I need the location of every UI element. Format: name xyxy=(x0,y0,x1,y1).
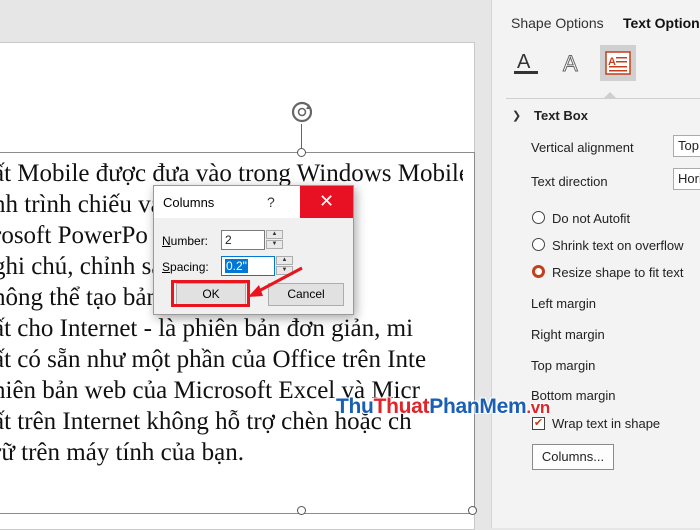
svg-text:A: A xyxy=(517,51,531,73)
text-fill-outline-icon[interactable]: A xyxy=(508,45,544,81)
left-margin-label: Left margin xyxy=(531,296,597,311)
ok-highlight-box xyxy=(171,280,250,307)
number-input[interactable]: 2 xyxy=(221,230,265,250)
text-line: ất cho Internet - là phiên bản đơn giản,… xyxy=(0,315,414,342)
tab-text-options[interactable]: Text Options xyxy=(623,15,700,31)
wrap-text-label[interactable]: Wrap text in shape xyxy=(552,416,660,431)
text-direction-select[interactable]: Horizontal xyxy=(673,168,700,190)
right-margin-label: Right margin xyxy=(531,327,605,342)
text-effects-icon[interactable]: A xyxy=(554,45,590,81)
help-button[interactable]: ? xyxy=(267,194,275,210)
spacing-label: Spacing: xyxy=(162,260,209,274)
format-shape-pane: Shape Options Text Options A A A ❯ Text … xyxy=(491,0,700,528)
watermark-logo: ThuThuatPhanMem.vn xyxy=(336,395,551,418)
text-direction-label: Text direction xyxy=(531,174,608,189)
dialog-titlebar: Columns ? ✕ xyxy=(154,186,353,218)
rotate-handle-icon[interactable] xyxy=(290,100,314,124)
dialog-title: Columns xyxy=(163,195,215,210)
number-label: Number: xyxy=(162,234,209,248)
section-text-box-header[interactable]: Text Box xyxy=(534,108,588,123)
vertical-alignment-label: Vertical alignment xyxy=(531,140,634,155)
pane-divider xyxy=(506,98,700,99)
radio-label-shrink-text[interactable]: Shrink text on overflow xyxy=(552,238,684,253)
annotation-arrow-icon xyxy=(248,266,303,297)
close-button[interactable]: ✕ xyxy=(300,186,353,218)
spin-up-icon[interactable]: ▲ xyxy=(276,256,293,265)
svg-text:A: A xyxy=(563,51,578,76)
vertical-alignment-select[interactable]: Top xyxy=(673,135,700,157)
columns-button[interactable]: Columns... xyxy=(532,444,614,470)
spin-down-icon[interactable]: ▼ xyxy=(266,240,283,249)
tab-shape-options[interactable]: Shape Options xyxy=(511,15,604,31)
spin-up-icon[interactable]: ▲ xyxy=(266,230,283,239)
radio-shrink-text[interactable] xyxy=(532,238,545,251)
radio-label-do-not-autofit[interactable]: Do not Autofit xyxy=(552,211,630,226)
radio-do-not-autofit[interactable] xyxy=(532,211,545,224)
rotate-handle-stem xyxy=(301,124,302,148)
resize-handle-top[interactable] xyxy=(297,148,306,157)
chevron-down-icon[interactable]: ❯ xyxy=(512,109,521,122)
textbox-layout-icon[interactable]: A xyxy=(600,45,636,81)
radio-resize-shape[interactable] xyxy=(532,265,545,278)
radio-label-resize-shape[interactable]: Resize shape to fit text xyxy=(552,265,684,280)
number-spinner[interactable]: ▲ ▼ xyxy=(266,230,283,250)
top-margin-label: Top margin xyxy=(531,358,596,373)
text-line: ất có sẵn như một phần của Office trên I… xyxy=(0,346,427,373)
text-line: rữ trên máy tính của bạn. xyxy=(0,439,244,466)
